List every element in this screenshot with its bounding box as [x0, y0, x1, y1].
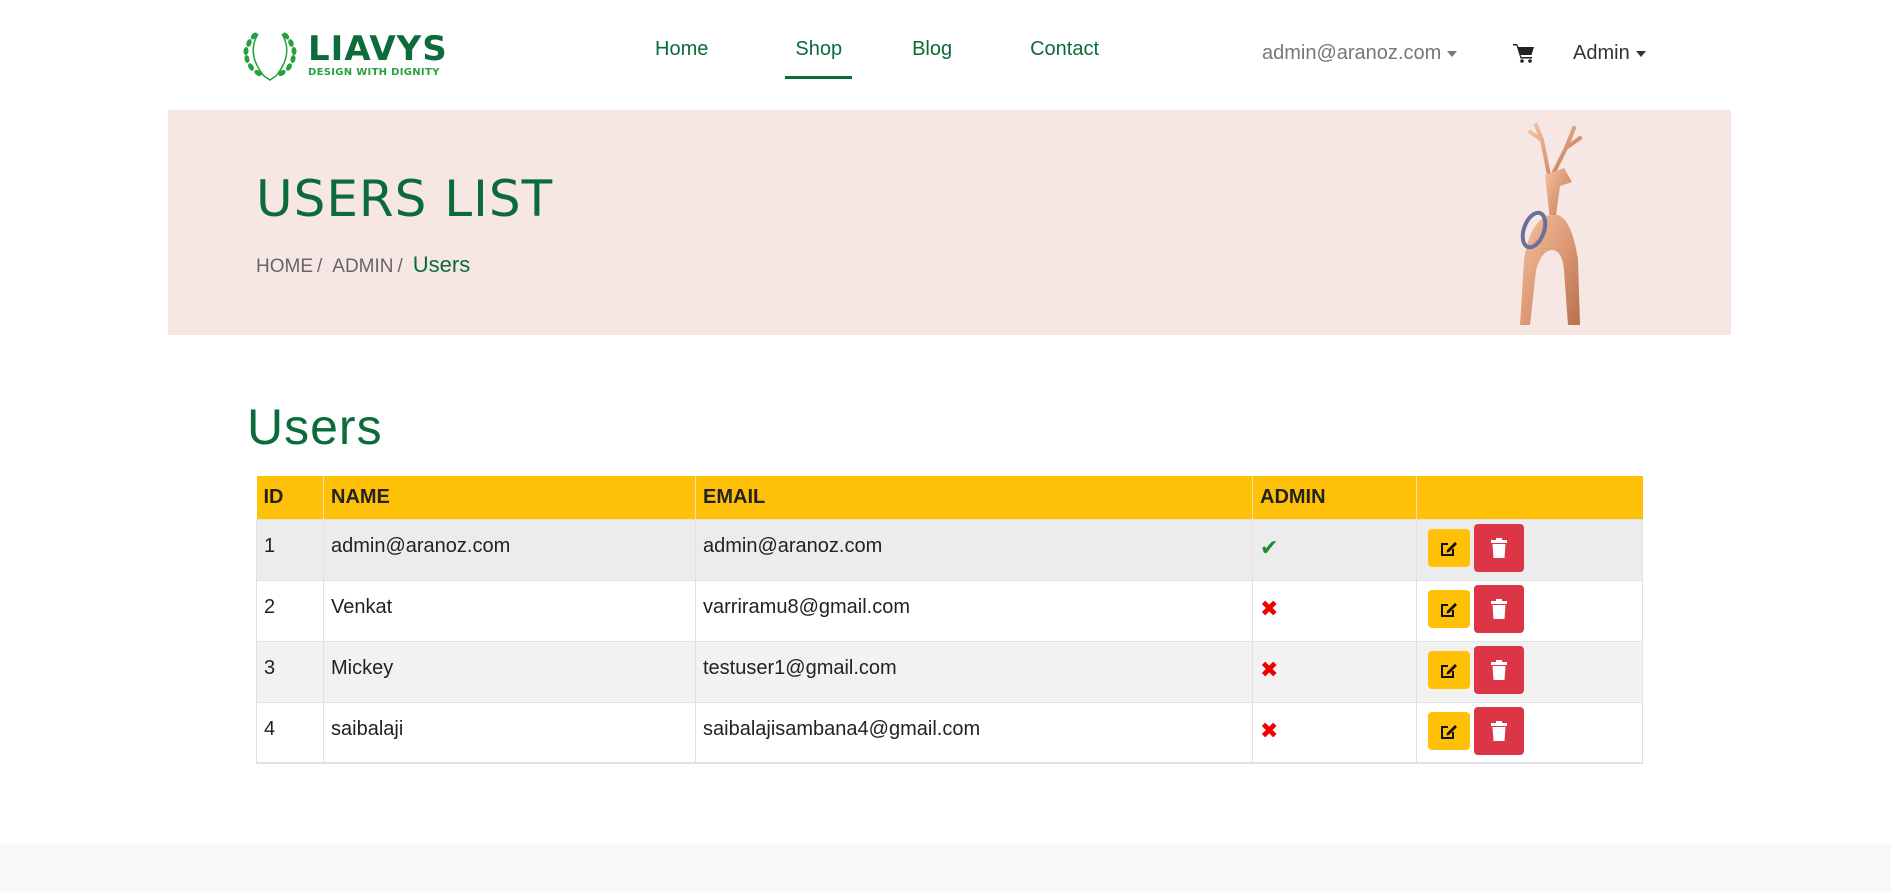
chevron-down-icon — [1635, 50, 1646, 57]
page-banner: USERS LIST HOME / ADMIN / Users — [168, 110, 1731, 335]
nav-contact[interactable]: Contact — [1020, 38, 1109, 80]
edit-icon — [1441, 663, 1457, 678]
deer-figurine-image — [1520, 123, 1582, 325]
breadcrumb-home[interactable]: HOME — [256, 256, 313, 278]
table-row: 4 saibalaji saibalajisambana4@gmail.com … — [256, 701, 1643, 764]
cell-admin: ✔ — [1252, 518, 1417, 580]
cell-admin: ✖ — [1252, 701, 1417, 764]
cell-email: saibalajisambana4@gmail.com — [695, 701, 1253, 764]
cell-id: 1 — [256, 518, 324, 580]
table-row: 2 Venkat varriramu8@gmail.com ✖ — [256, 579, 1643, 641]
table-row: 1 admin@aranoz.com admin@aranoz.com ✔ — [256, 518, 1643, 580]
column-header-admin[interactable]: ADMIN — [1252, 476, 1417, 519]
brand-tagline: DESIGN WITH DIGNITY — [308, 66, 440, 78]
breadcrumb-admin[interactable]: ADMIN — [332, 256, 393, 278]
delete-user-button[interactable] — [1474, 706, 1524, 755]
breadcrumb-separator: / — [317, 256, 323, 277]
trash-icon — [1491, 659, 1507, 680]
users-table: ID NAME EMAIL ADMIN 1 admin@aranoz.com a… — [256, 476, 1643, 764]
cross-icon: ✖ — [1260, 717, 1279, 743]
trash-icon — [1491, 720, 1507, 741]
site-header: LIAVYS DESIGN WITH DIGNITY Home Shop Blo… — [0, 0, 1891, 110]
trash-icon — [1491, 598, 1507, 619]
footer — [0, 844, 1891, 892]
edit-user-button[interactable] — [1428, 528, 1470, 567]
table-row: 3 Mickey testuser1@gmail.com ✖ — [256, 640, 1643, 702]
nav-shop[interactable]: Shop — [785, 38, 852, 80]
logo[interactable]: LIAVYS DESIGN WITH DIGNITY — [240, 26, 448, 82]
edit-user-button[interactable] — [1428, 589, 1470, 628]
cell-id: 4 — [256, 701, 324, 764]
edit-user-button[interactable] — [1428, 650, 1470, 689]
breadcrumb-separator: / — [397, 256, 403, 277]
cell-actions — [1416, 701, 1643, 764]
nav-blog[interactable]: Blog — [902, 38, 962, 80]
delete-user-button[interactable] — [1474, 584, 1524, 633]
trash-icon — [1491, 537, 1507, 558]
cell-email: varriramu8@gmail.com — [695, 579, 1253, 641]
main-nav: Home Shop Blog Contact — [640, 38, 1109, 80]
edit-icon — [1441, 541, 1457, 556]
banner-title: USERS LIST — [256, 170, 554, 228]
column-header-name[interactable]: NAME — [323, 476, 696, 519]
delete-user-button[interactable] — [1474, 645, 1524, 694]
nav-home[interactable]: Home — [645, 38, 718, 80]
cell-name: saibalaji — [323, 701, 696, 764]
check-icon: ✔ — [1260, 534, 1279, 560]
cart-icon[interactable] — [1513, 43, 1535, 63]
cross-icon: ✖ — [1260, 595, 1279, 621]
page-title: Users — [247, 399, 383, 455]
laurel-wreath-icon — [243, 32, 297, 81]
breadcrumb: HOME / ADMIN / Users — [256, 252, 470, 278]
column-header-actions — [1416, 476, 1643, 519]
delete-user-button[interactable] — [1474, 523, 1524, 572]
edit-icon — [1441, 724, 1457, 739]
cell-name: Venkat — [323, 579, 696, 641]
user-email: admin@aranoz.com — [1262, 42, 1442, 64]
cell-email: testuser1@gmail.com — [695, 640, 1253, 702]
cell-email: admin@aranoz.com — [695, 518, 1253, 580]
admin-label: Admin — [1573, 42, 1630, 64]
cell-name: Mickey — [323, 640, 696, 702]
table-header-row: ID NAME EMAIL ADMIN — [256, 476, 1643, 519]
breadcrumb-current: Users — [412, 252, 471, 277]
cell-admin: ✖ — [1252, 640, 1417, 702]
cell-actions — [1416, 640, 1643, 702]
column-header-id[interactable]: ID — [256, 476, 324, 519]
cell-actions — [1416, 579, 1643, 641]
cell-admin: ✖ — [1252, 579, 1417, 641]
cell-id: 3 — [256, 640, 324, 702]
admin-dropdown[interactable]: Admin — [1573, 42, 1646, 65]
edit-icon — [1441, 602, 1457, 617]
cross-icon: ✖ — [1260, 656, 1279, 682]
column-header-email[interactable]: EMAIL — [695, 476, 1253, 519]
cell-actions — [1416, 518, 1643, 580]
cell-id: 2 — [256, 579, 324, 641]
chevron-down-icon — [1447, 50, 1458, 57]
user-email-dropdown[interactable]: admin@aranoz.com — [1262, 42, 1458, 65]
edit-user-button[interactable] — [1428, 711, 1470, 750]
cell-name: admin@aranoz.com — [323, 518, 696, 580]
brand-name: LIAVYS — [308, 28, 448, 69]
